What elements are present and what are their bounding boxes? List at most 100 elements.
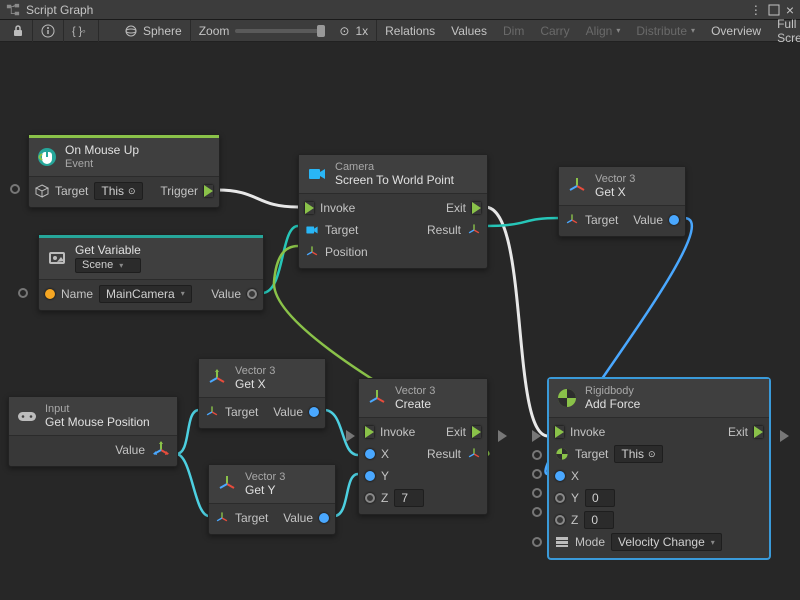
node-header[interactable]: CameraScreen To World Point	[299, 155, 487, 194]
graph-port[interactable]	[346, 430, 355, 442]
target-field[interactable]: This⊙	[94, 182, 142, 200]
input-port[interactable]	[555, 471, 565, 481]
graph-port[interactable]	[532, 450, 542, 460]
flow-output-port[interactable]	[472, 426, 481, 438]
graph-port[interactable]	[532, 537, 542, 547]
title-bar: Script Graph ⋮ ×	[0, 0, 800, 20]
zoom-slider[interactable]	[235, 29, 325, 33]
output-port[interactable]	[319, 513, 329, 523]
graph-port[interactable]	[10, 184, 20, 194]
node-get-variable[interactable]: Get Variable Scene Name MainCamera Value	[38, 234, 264, 311]
info-button[interactable]	[33, 20, 64, 42]
graph-port[interactable]	[532, 469, 542, 479]
node-vector3-get-x[interactable]: Vector 3Get X Target Value	[558, 166, 686, 237]
force-mode-dropdown[interactable]: Velocity Change	[611, 533, 722, 551]
z-value-field[interactable]: 0	[584, 511, 614, 529]
zoom-value: 1x	[355, 24, 368, 38]
node-vector3-get-x[interactable]: Vector 3Get X Target Value	[198, 358, 326, 429]
port-label: Target	[585, 213, 618, 227]
output-port[interactable]	[309, 407, 319, 417]
node-header[interactable]: Vector 3Get X	[199, 359, 325, 398]
node-header[interactable]: On Mouse Up Event	[29, 135, 219, 177]
zoom-control[interactable]: Zoom ⊙ 1x	[191, 20, 377, 42]
input-port[interactable]	[365, 471, 375, 481]
maximize-icon[interactable]	[768, 4, 780, 16]
graph-port[interactable]	[532, 488, 542, 498]
node-vector3-get-y[interactable]: Vector 3Get Y Target Value	[208, 464, 336, 535]
flow-input-port[interactable]	[305, 202, 314, 214]
flow-output-port[interactable]	[204, 185, 213, 197]
close-icon[interactable]: ×	[786, 4, 794, 16]
port-label: Target	[325, 223, 358, 237]
node-title: Get Variable	[75, 244, 141, 258]
svg-text:◦: ◦	[82, 25, 86, 37]
output-port[interactable]	[247, 289, 257, 299]
node-header[interactable]: Vector 3Get Y	[209, 465, 335, 504]
flow-input-port[interactable]	[555, 426, 564, 438]
zoom-label: Zoom	[199, 24, 230, 38]
node-title: Create	[395, 398, 435, 412]
input-port[interactable]	[555, 493, 565, 503]
script-graph-icon	[6, 3, 20, 17]
node-header[interactable]: Vector 3Create	[359, 379, 487, 418]
port-label: Trigger	[160, 184, 198, 198]
align-dropdown[interactable]: Align	[578, 20, 629, 42]
node-header[interactable]: Vector 3Get X	[559, 167, 685, 206]
overview-button[interactable]: Overview	[703, 20, 769, 42]
target-object[interactable]: Sphere	[99, 20, 191, 42]
distribute-dropdown[interactable]: Distribute	[628, 20, 703, 42]
fullscreen-button[interactable]: Full Screen	[769, 20, 800, 42]
kebab-menu-icon[interactable]: ⋮	[750, 3, 762, 17]
graph-port[interactable]	[780, 430, 789, 442]
node-title: Get X	[235, 378, 275, 392]
y-value-field[interactable]: 0	[585, 489, 615, 507]
enum-icon	[555, 535, 569, 549]
node-header[interactable]: Get Variable Scene	[39, 235, 263, 280]
z-value-field[interactable]: 7	[394, 489, 424, 507]
node-header[interactable]: Input Get Mouse Position	[9, 397, 177, 436]
input-port[interactable]	[365, 449, 375, 459]
graph-port[interactable]	[498, 430, 507, 442]
input-port[interactable]	[555, 515, 565, 525]
zoom-reset-icon[interactable]: ⊙	[339, 24, 349, 38]
port-label: Result	[427, 223, 461, 237]
graph-port[interactable]	[532, 430, 541, 442]
node-screen-to-world-point[interactable]: CameraScreen To World Point Invoke Exit …	[298, 154, 488, 269]
node-category: Vector 3	[395, 385, 435, 398]
node-header[interactable]: RigidbodyAdd Force	[549, 379, 769, 418]
dim-button[interactable]: Dim	[495, 20, 532, 42]
node-on-mouse-up[interactable]: On Mouse Up Event Target This⊙ Trigger	[28, 134, 220, 208]
port-label: Z	[571, 513, 578, 527]
node-vector3-create[interactable]: Vector 3Create InvokeExit XResult Y Z7	[358, 378, 488, 515]
values-button[interactable]: Values	[443, 20, 495, 42]
output-port[interactable]	[669, 215, 679, 225]
graph-canvas[interactable]: On Mouse Up Event Target This⊙ Trigger	[0, 42, 800, 600]
variable-scope-dropdown[interactable]: Scene	[75, 258, 141, 273]
node-rigidbody-add-force[interactable]: RigidbodyAdd Force InvokeExit TargetThis…	[548, 378, 770, 559]
node-get-mouse-position[interactable]: Input Get Mouse Position Value	[8, 396, 178, 467]
variable-scope-button[interactable]: { }◦	[64, 20, 99, 42]
graph-port[interactable]	[532, 507, 542, 517]
variable-name-dropdown[interactable]: MainCamera	[99, 285, 192, 303]
carry-button[interactable]: Carry	[532, 20, 577, 42]
lock-icon	[12, 25, 24, 37]
braces-icon: { }◦	[72, 24, 90, 38]
node-category: Vector 3	[235, 365, 275, 378]
vector3-icon	[205, 405, 219, 419]
node-title: Screen To World Point	[335, 174, 454, 188]
target-field[interactable]: This⊙	[614, 445, 662, 463]
port-label: Invoke	[570, 425, 605, 439]
graph-port[interactable]	[18, 288, 28, 298]
flow-output-port[interactable]	[472, 202, 481, 214]
relations-button[interactable]: Relations	[377, 20, 443, 42]
port-label: X	[571, 469, 579, 483]
vector3-icon	[567, 176, 587, 196]
vector3-icon	[151, 440, 171, 460]
vector3-icon	[467, 223, 481, 237]
toolbar: { }◦ Sphere Zoom ⊙ 1x Relations Values D…	[0, 20, 800, 42]
flow-output-port[interactable]	[754, 426, 763, 438]
input-port[interactable]	[45, 289, 55, 299]
input-port[interactable]	[365, 493, 375, 503]
flow-input-port[interactable]	[365, 426, 374, 438]
lock-toggle[interactable]	[4, 20, 33, 42]
